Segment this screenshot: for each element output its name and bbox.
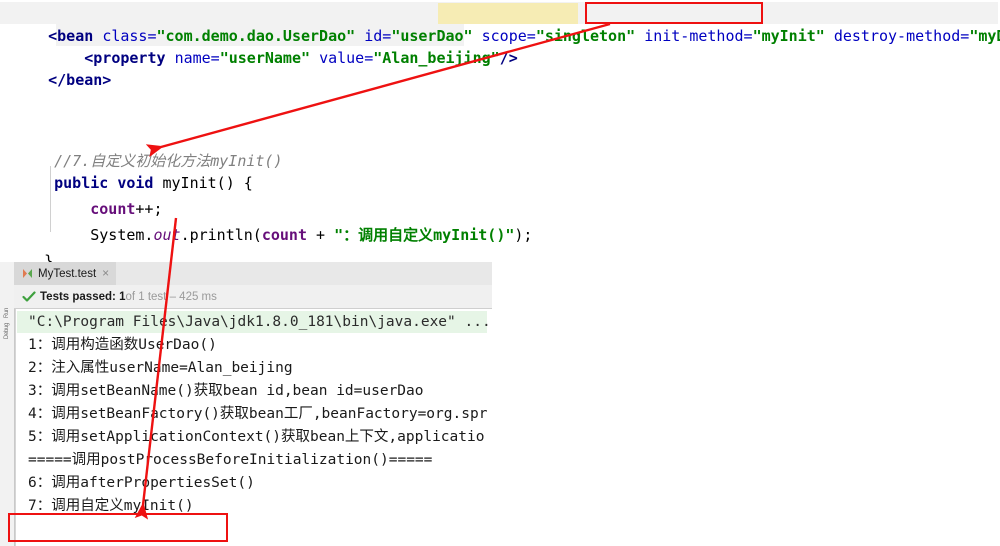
xml-token: value= bbox=[319, 49, 374, 67]
check-icon bbox=[22, 290, 36, 304]
run-tool-window[interactable]: Run Debug MyTest.test × Tests passed: 1 … bbox=[0, 262, 1000, 546]
test-run-icon bbox=[22, 268, 33, 279]
console-line: 5：调用setApplicationContext()获取bean上下文,app… bbox=[28, 429, 485, 445]
tests-status-bar: Tests passed: 1 of 1 test – 425 ms bbox=[14, 285, 492, 309]
console-line: =====调用postProcessBeforeInitialization()… bbox=[28, 452, 433, 468]
xml-token bbox=[635, 27, 644, 45]
close-icon[interactable]: × bbox=[102, 267, 109, 279]
console-line: 4：调用setBeanFactory()获取bean工厂,beanFactory… bbox=[28, 406, 488, 422]
xml-token-destroy-method-key: destroy-method= bbox=[833, 27, 970, 45]
xml-token-destroy-method-value: "myDestroy" bbox=[969, 27, 1000, 45]
java-token: ); bbox=[514, 226, 533, 244]
java-token: System. bbox=[54, 226, 154, 244]
java-token: .println( bbox=[180, 226, 262, 244]
tests-passed-label: Tests passed: bbox=[40, 290, 116, 303]
xml-token: name= bbox=[174, 49, 220, 67]
console-line: 3：调用setBeanName()获取bean id,bean id=userD… bbox=[28, 383, 424, 399]
java-token: + bbox=[307, 226, 335, 244]
gutter-label-debug[interactable]: Debug bbox=[4, 317, 10, 345]
tab-label: MyTest.test bbox=[38, 267, 97, 280]
console-line: 2：注入属性userName=Alan_beijing bbox=[28, 360, 293, 376]
xml-token-scope-value: "singleton" bbox=[535, 27, 636, 45]
java-token: myInit() { bbox=[162, 174, 253, 192]
console-line: 1：调用构造函数UserDao() bbox=[28, 337, 217, 353]
java-token-string: "：调用自定义myInit()" bbox=[334, 226, 515, 244]
xml-line-bean-close[interactable]: </bean> bbox=[12, 47, 111, 113]
xml-token bbox=[825, 27, 834, 45]
xml-token: </bean> bbox=[48, 71, 112, 89]
tests-passed-detail: of 1 test – 425 ms bbox=[125, 290, 217, 303]
console-line: 6：调用afterPropertiesSet() bbox=[28, 475, 255, 491]
xml-token bbox=[310, 49, 319, 67]
java-token-static-field: out bbox=[153, 226, 181, 244]
xml-token: "userName" bbox=[219, 49, 311, 67]
xml-editor-pane[interactable]: <bean class="com.demo.dao.UserDao" id="u… bbox=[0, 0, 1000, 120]
console-line-myinit: 7：调用自定义myInit() bbox=[28, 498, 194, 514]
xml-token-init-method-value: "myInit" bbox=[752, 27, 825, 45]
xml-token-init-method-key: init-method= bbox=[644, 27, 753, 45]
tool-window-gutter[interactable]: Run Debug bbox=[0, 262, 15, 546]
java-editor-pane[interactable]: //7.自定义初始化方法myInit() public void myInit(… bbox=[0, 120, 1000, 270]
xml-token: /> bbox=[499, 49, 518, 67]
xml-token: "Alan_beijing" bbox=[373, 49, 500, 67]
java-token-field: count bbox=[261, 226, 307, 244]
console-command-line: "C:\Program Files\Java\jdk1.8.0_181\bin\… bbox=[28, 314, 491, 330]
tab-mytest-test[interactable]: MyTest.test × bbox=[14, 262, 117, 285]
java-line-println[interactable]: System.out.println(count + "：调用自定义myInit… bbox=[18, 202, 532, 268]
console-output[interactable]: "C:\Program Files\Java\jdk1.8.0_181\bin\… bbox=[15, 309, 1000, 546]
